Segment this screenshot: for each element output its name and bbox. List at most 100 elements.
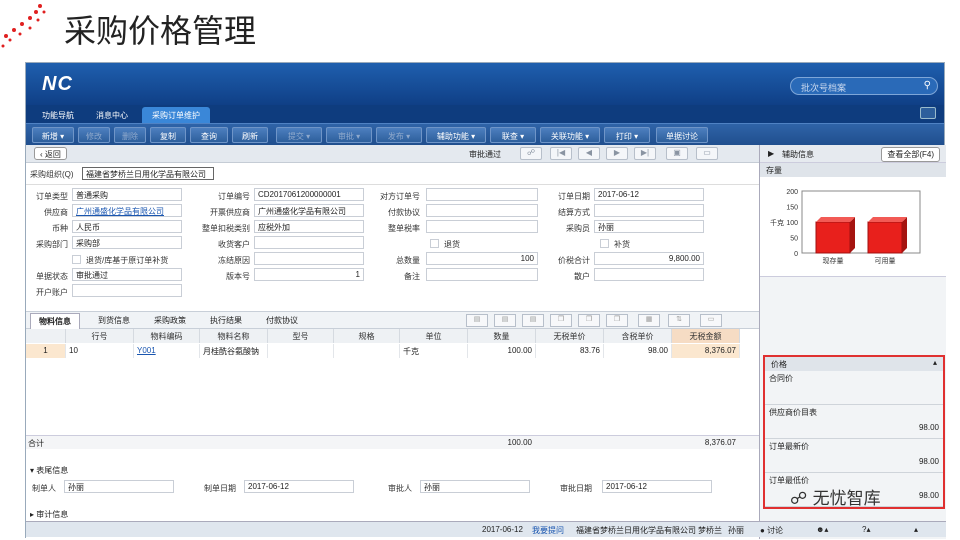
order-type-field[interactable]: 普通采购 bbox=[72, 188, 182, 201]
search-icon[interactable]: ⚲ bbox=[924, 80, 931, 91]
sort-icon[interactable]: ⇅ bbox=[668, 314, 690, 327]
nav-bar: ‹ 返回 审批通过 ☍ |◀ ◀ ▶ ▶| ▣ ▭ bbox=[26, 145, 759, 163]
tab-message-center[interactable]: 消息中心 bbox=[86, 107, 138, 123]
copy-button[interactable]: 复制 bbox=[150, 127, 186, 143]
buyer-field[interactable]: 孙丽 bbox=[594, 220, 704, 233]
return2-checkbox[interactable] bbox=[430, 239, 439, 248]
add-row-icon[interactable]: ▤ bbox=[466, 314, 488, 327]
publish-button[interactable]: 发布 ▾ bbox=[376, 127, 422, 143]
approver-field[interactable]: 孙丽 bbox=[420, 480, 530, 493]
dept-field[interactable]: 采购部 bbox=[72, 236, 182, 249]
query-button[interactable]: 查询 bbox=[190, 127, 228, 143]
freeze-field[interactable] bbox=[254, 252, 364, 265]
insert-row-icon[interactable]: ▤ bbox=[522, 314, 544, 327]
print-button[interactable]: 打印 ▾ bbox=[604, 127, 650, 143]
paste-end-icon[interactable]: ❐ bbox=[606, 314, 628, 327]
counter-order-field[interactable] bbox=[426, 188, 538, 201]
pay-agreement-field[interactable] bbox=[426, 204, 538, 217]
back-button[interactable]: ‹ 返回 bbox=[34, 147, 67, 160]
order-date-field[interactable]: 2017-06-12 bbox=[594, 188, 704, 201]
window-toggle-icon[interactable] bbox=[920, 107, 936, 119]
approve-button[interactable]: 审批 ▾ bbox=[326, 127, 372, 143]
invoice-supplier-field[interactable]: 广州通盛化学品有限公司 bbox=[254, 204, 364, 217]
settle-field[interactable] bbox=[594, 204, 704, 217]
row-code[interactable]: Y001 bbox=[134, 344, 200, 358]
table-icon[interactable]: ▦ bbox=[638, 314, 660, 327]
tail-toggle[interactable]: ▾ 表尾信息 bbox=[30, 465, 68, 476]
expand-up-icon[interactable]: ▴ bbox=[914, 525, 918, 534]
attachment-icon[interactable]: ☍ bbox=[520, 147, 542, 160]
order-no-field[interactable]: CD2017061200000001 bbox=[254, 188, 364, 201]
new-button[interactable]: 新增 ▾ bbox=[32, 127, 74, 143]
edit-button[interactable]: 修改 bbox=[78, 127, 110, 143]
return-checkbox[interactable] bbox=[72, 255, 81, 264]
note-field[interactable] bbox=[426, 268, 538, 281]
col-code[interactable]: 物料编码 bbox=[134, 329, 200, 343]
discuss-button[interactable]: ● 讨论 bbox=[760, 525, 783, 536]
approve-date-field[interactable]: 2017-06-12 bbox=[602, 480, 712, 493]
col-qty[interactable]: 数量 bbox=[468, 329, 536, 343]
bank-field[interactable] bbox=[72, 284, 182, 297]
aux-function-button[interactable]: 辅助功能 ▾ bbox=[426, 127, 486, 143]
link-query-button[interactable]: 联查 ▾ bbox=[490, 127, 536, 143]
col-model[interactable]: 型号 bbox=[268, 329, 334, 343]
search-input[interactable]: 批次号档案 ⚲ bbox=[790, 77, 938, 95]
user-menu-icon[interactable]: ☻▴ bbox=[816, 525, 828, 534]
tab-arrival[interactable]: 到货信息 bbox=[98, 315, 130, 326]
col-name[interactable]: 物料名称 bbox=[200, 329, 268, 343]
audit-toggle[interactable]: ▸ 审计信息 bbox=[30, 509, 68, 520]
col-line[interactable]: 行号 bbox=[66, 329, 134, 343]
related-function-button[interactable]: 关联功能 ▾ bbox=[540, 127, 600, 143]
currency-field[interactable]: 人民币 bbox=[72, 220, 182, 233]
last-record-icon[interactable]: ▶| bbox=[634, 147, 656, 160]
bill-discussion-button[interactable]: 单据讨论 bbox=[656, 127, 708, 143]
watermark: ☍ 无忧智库 bbox=[790, 484, 881, 509]
collapse-up-icon[interactable]: ▴ bbox=[933, 358, 937, 367]
card-view-icon[interactable]: ▭ bbox=[696, 147, 718, 160]
receiver-field[interactable] bbox=[254, 236, 364, 249]
card-icon[interactable]: ▭ bbox=[700, 314, 722, 327]
total-field[interactable]: 9,800.00 bbox=[594, 252, 704, 265]
paste-row-icon[interactable]: ❐ bbox=[578, 314, 600, 327]
view-all-button[interactable]: 查看全部(F4) bbox=[881, 147, 940, 162]
tab-execution[interactable]: 执行结果 bbox=[210, 315, 242, 326]
copy-row-icon[interactable]: ❐ bbox=[550, 314, 572, 327]
next-record-icon[interactable]: ▶ bbox=[606, 147, 628, 160]
prev-record-icon[interactable]: ◀ bbox=[578, 147, 600, 160]
tax-field[interactable]: 应税外加 bbox=[254, 220, 364, 233]
tax-rate-field[interactable] bbox=[426, 220, 538, 233]
col-tax-price[interactable]: 含税单价 bbox=[604, 329, 672, 343]
tab-payment[interactable]: 付款协议 bbox=[266, 315, 298, 326]
col-price[interactable]: 无税单价 bbox=[536, 329, 604, 343]
maker-field[interactable]: 孙丽 bbox=[64, 480, 174, 493]
supplier-field[interactable]: 广州通盛化学品有限公司 bbox=[72, 204, 182, 217]
print-preview-icon[interactable]: ▣ bbox=[666, 147, 688, 160]
make-date-field[interactable]: 2017-06-12 bbox=[244, 480, 354, 493]
version-field[interactable]: 1 bbox=[254, 268, 364, 281]
tax-rate-label: 整单税率 bbox=[388, 224, 420, 233]
tab-policy[interactable]: 采购政策 bbox=[154, 315, 186, 326]
qty-field[interactable]: 100 bbox=[426, 252, 538, 265]
col-unit[interactable]: 单位 bbox=[400, 329, 468, 343]
first-record-icon[interactable]: |◀ bbox=[550, 147, 572, 160]
org-field[interactable]: 福建省梦桥兰日用化学品有限公司 bbox=[82, 167, 214, 180]
help-menu-icon[interactable]: ?▴ bbox=[862, 525, 870, 534]
play-icon[interactable]: ▶ bbox=[768, 149, 774, 158]
bill-status-field[interactable]: 审批通过 bbox=[72, 268, 182, 281]
tab-purchase-order[interactable]: 采购订单维护 bbox=[142, 107, 210, 123]
tab-function-nav[interactable]: 功能导航 bbox=[32, 107, 84, 123]
header-form: 订单类型 普通采购 供应商 广州通盛化学品有限公司 币种 人民币 采购部门 采购… bbox=[26, 185, 759, 311]
stock-section[interactable]: 存量 bbox=[760, 163, 946, 177]
tab-material[interactable]: 物料信息 bbox=[30, 313, 80, 329]
col-amount[interactable]: 无税金额 bbox=[672, 329, 740, 343]
col-spec[interactable]: 规格 bbox=[334, 329, 400, 343]
refresh-button[interactable]: 刷新 bbox=[232, 127, 268, 143]
replenish-checkbox[interactable] bbox=[600, 239, 609, 248]
submit-button[interactable]: 提交 ▾ bbox=[276, 127, 322, 143]
delete-row-icon[interactable]: ▤ bbox=[494, 314, 516, 327]
account-field[interactable] bbox=[594, 268, 704, 281]
ask-question-link[interactable]: 我要提问 bbox=[532, 525, 564, 536]
bar-top-现存量 bbox=[816, 217, 855, 222]
price-header[interactable]: 价格 ▴ bbox=[765, 357, 943, 371]
delete-button[interactable]: 删除 bbox=[114, 127, 146, 143]
